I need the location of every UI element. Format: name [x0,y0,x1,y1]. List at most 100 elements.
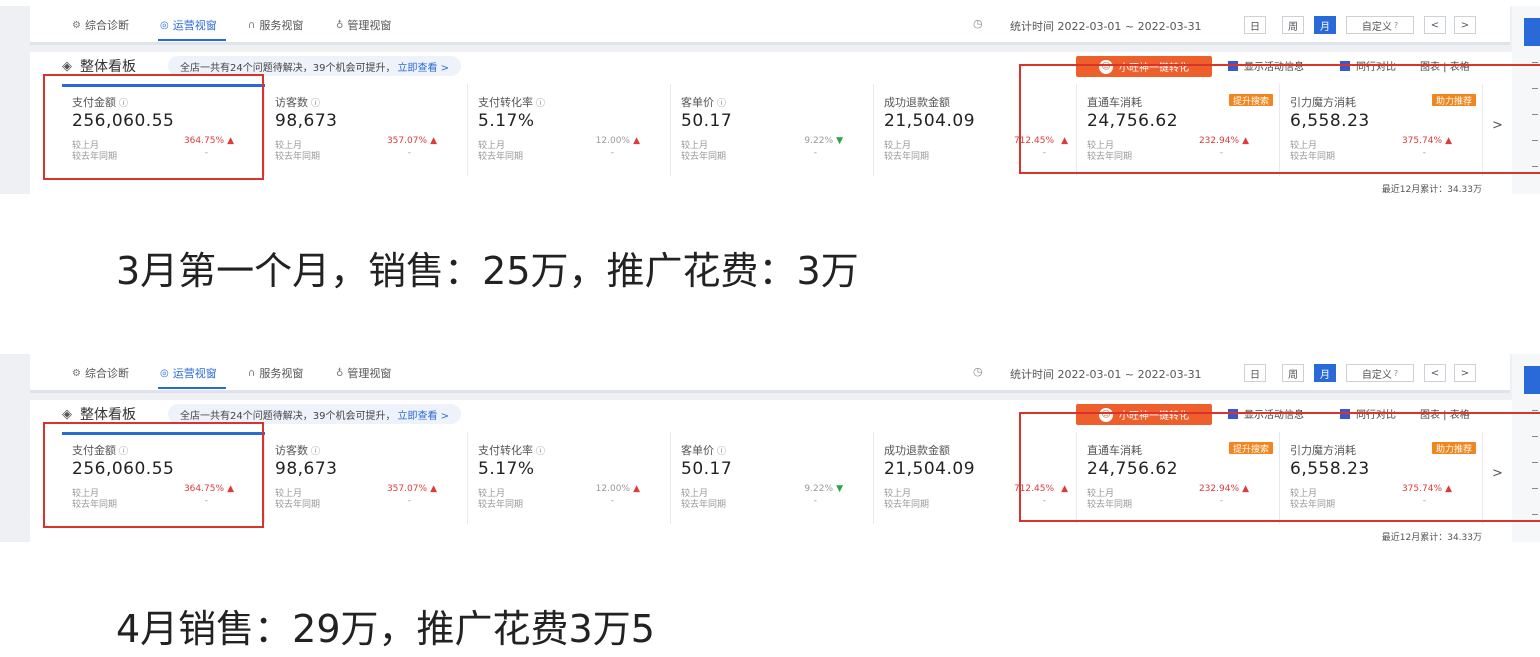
tab-manage[interactable]: ♁ 管理视窗 [336,17,391,33]
highlight-box-payment [43,422,264,528]
arrow-up-icon: ▲ [430,484,437,494]
help-icon: ⓘ [717,447,727,457]
period-month-button[interactable]: 月 [1314,364,1336,382]
tab-service[interactable]: ∩ 服务视窗 [248,17,303,33]
layers-icon: ◈ [62,406,72,422]
diagnosis-icon: ⚙ [72,19,81,31]
metric-value: 50.17 [681,459,733,479]
yoy-change: - [610,148,614,158]
highlight-box-payment [43,74,264,180]
metric-value: 5.17% [478,111,535,131]
headset-icon: ∩ [248,367,256,379]
mom-change: 357.07% [386,484,427,494]
mom-change: 9.22% [804,484,833,494]
manage-icon: ♁ [336,367,344,379]
metric-value: 50.17 [681,111,733,131]
metric-card-conversion[interactable]: 支付转化率 ⓘ 5.17% 较上月 较去年同期 12.00% ▲ - [468,84,671,176]
help-icon: ⓘ [536,99,546,109]
period-week-button[interactable]: 周 [1282,16,1304,34]
metric-card-avg-price[interactable]: 客单价 ⓘ 50.17 较上月 较去年同期 9.22% ▼ - [671,84,874,176]
next-period-button[interactable]: > [1454,364,1476,382]
view-now-link[interactable]: 立即查看 > [397,59,449,74]
help-icon: ⓘ [311,99,321,109]
top-nav-bar: ⚙ 综合诊断 ◎ 运营视窗 ∩ 服务视窗 ♁ 管理视窗 ◷ 统计时间 2022-… [30,6,1510,45]
view-now-link[interactable]: 立即查看 > [397,407,449,422]
top-nav-bar: ⚙ 综合诊断 ◎ 运营视窗 ∩ 服务视窗 ♁ 管理视窗 ◷ 统计时间 2022-… [30,354,1510,393]
metric-card-visitors[interactable]: 访客数 ⓘ 98,673 较上月 较去年同期 357.07% ▲ - [265,84,468,176]
arrow-up-icon: ▲ [430,136,437,146]
tab-operation[interactable]: ◎ 运营视窗 [160,365,217,381]
nav-divider [30,42,1510,45]
period-custom-button[interactable]: 自定义? [1346,364,1414,382]
active-tab-underline [158,387,226,389]
metric-value: 21,504.09 [884,459,976,479]
arrow-down-icon: ▼ [836,136,843,146]
mom-change: 357.07% [386,136,427,146]
highlight-box-ad-spend [1019,412,1540,522]
twelve-month-total: 最近12月累计：34.33万 [1381,533,1482,542]
caption-march: 3月第一个月，销售：25万，推广花费：3万 [116,249,859,293]
mom-change: 12.00% [595,484,630,494]
twelve-month-total: 最近12月累计：34.33万 [1381,185,1482,194]
issue-notice[interactable]: 全店一共有24个问题待解决，39个机会可提升， 立即查看 > [168,404,462,424]
caption-april: 4月销售：29万，推广花费3万5 [116,607,655,651]
clock-icon: ◷ [973,17,983,30]
period-day-button[interactable]: 日 [1244,16,1266,34]
help-icon: ⓘ [536,447,546,457]
period-custom-button[interactable]: 自定义? [1346,16,1414,34]
metric-card-avg-price[interactable]: 客单价 ⓘ 50.17 较上月 较去年同期 9.22% ▼ - [671,432,874,524]
active-tab-underline [158,39,226,41]
period-day-button[interactable]: 日 [1244,364,1266,382]
arrow-down-icon: ▼ [836,484,843,494]
period-month-button[interactable]: 月 [1314,16,1336,34]
metric-value: 98,673 [275,111,338,131]
metric-label: 成功退款金额 [884,444,950,457]
prev-period-button[interactable]: < [1424,16,1446,34]
period-week-button[interactable]: 周 [1282,364,1304,382]
tab-diagnosis[interactable]: ⚙ 综合诊断 [72,17,129,33]
tab-diagnosis[interactable]: ⚙ 综合诊断 [72,365,129,381]
metric-value: 98,673 [275,459,338,479]
yoy-change: - [813,148,817,158]
tab-service[interactable]: ∩ 服务视窗 [248,365,303,381]
mom-change: 9.22% [804,136,833,146]
manage-icon: ♁ [336,19,344,31]
dashboard-screenshot-march: ⚙ 综合诊断 ◎ 运营视窗 ∩ 服务视窗 ♁ 管理视窗 ◷ 统计时间 2022-… [0,6,1540,194]
yoy-change: - [407,496,411,506]
issue-notice[interactable]: 全店一共有24个问题待解决，39个机会可提升， 立即查看 > [168,56,462,76]
yoy-change: - [407,148,411,158]
help-icon: ? [1393,20,1399,30]
yoy-change: - [610,496,614,506]
operation-icon: ◎ [160,367,169,379]
highlight-box-ad-spend [1019,64,1540,174]
metric-value: 5.17% [478,459,535,479]
headset-icon: ∩ [248,19,256,31]
metric-label: 成功退款金额 [884,96,950,109]
layers-icon: ◈ [62,58,72,74]
metric-card-visitors[interactable]: 访客数 ⓘ 98,673 较上月 较去年同期 357.07% ▲ - [265,432,468,524]
stat-time-range: 统计时间 2022-03-01 ~ 2022-03-31 [1010,20,1202,33]
nav-divider [30,390,1510,393]
help-icon: ? [1393,368,1399,378]
arrow-up-icon: ▲ [633,484,640,494]
yoy-change: - [813,496,817,506]
metric-card-conversion[interactable]: 支付转化率 ⓘ 5.17% 较上月 较去年同期 12.00% ▲ - [468,432,671,524]
diagnosis-icon: ⚙ [72,367,81,379]
metric-value: 21,504.09 [884,111,976,131]
stat-time-range: 统计时间 2022-03-01 ~ 2022-03-31 [1010,368,1202,381]
mom-change: 12.00% [595,136,630,146]
dashboard-screenshot-april: ⚙ 综合诊断 ◎ 运营视窗 ∩ 服务视窗 ♁ 管理视窗 ◷ 统计时间 2022-… [0,354,1540,542]
prev-period-button[interactable]: < [1424,364,1446,382]
help-icon: ⓘ [717,99,727,109]
side-tool-button[interactable] [1524,366,1540,394]
operation-icon: ◎ [160,19,169,31]
side-tool-button[interactable] [1524,18,1540,46]
board-title: ◈ 整体看板 [62,406,136,424]
tab-manage[interactable]: ♁ 管理视窗 [336,365,391,381]
tab-operation[interactable]: ◎ 运营视窗 [160,17,217,33]
next-period-button[interactable]: > [1454,16,1476,34]
clock-icon: ◷ [973,365,983,378]
board-title: ◈ 整体看板 [62,58,136,76]
help-icon: ⓘ [311,447,321,457]
arrow-up-icon: ▲ [633,136,640,146]
